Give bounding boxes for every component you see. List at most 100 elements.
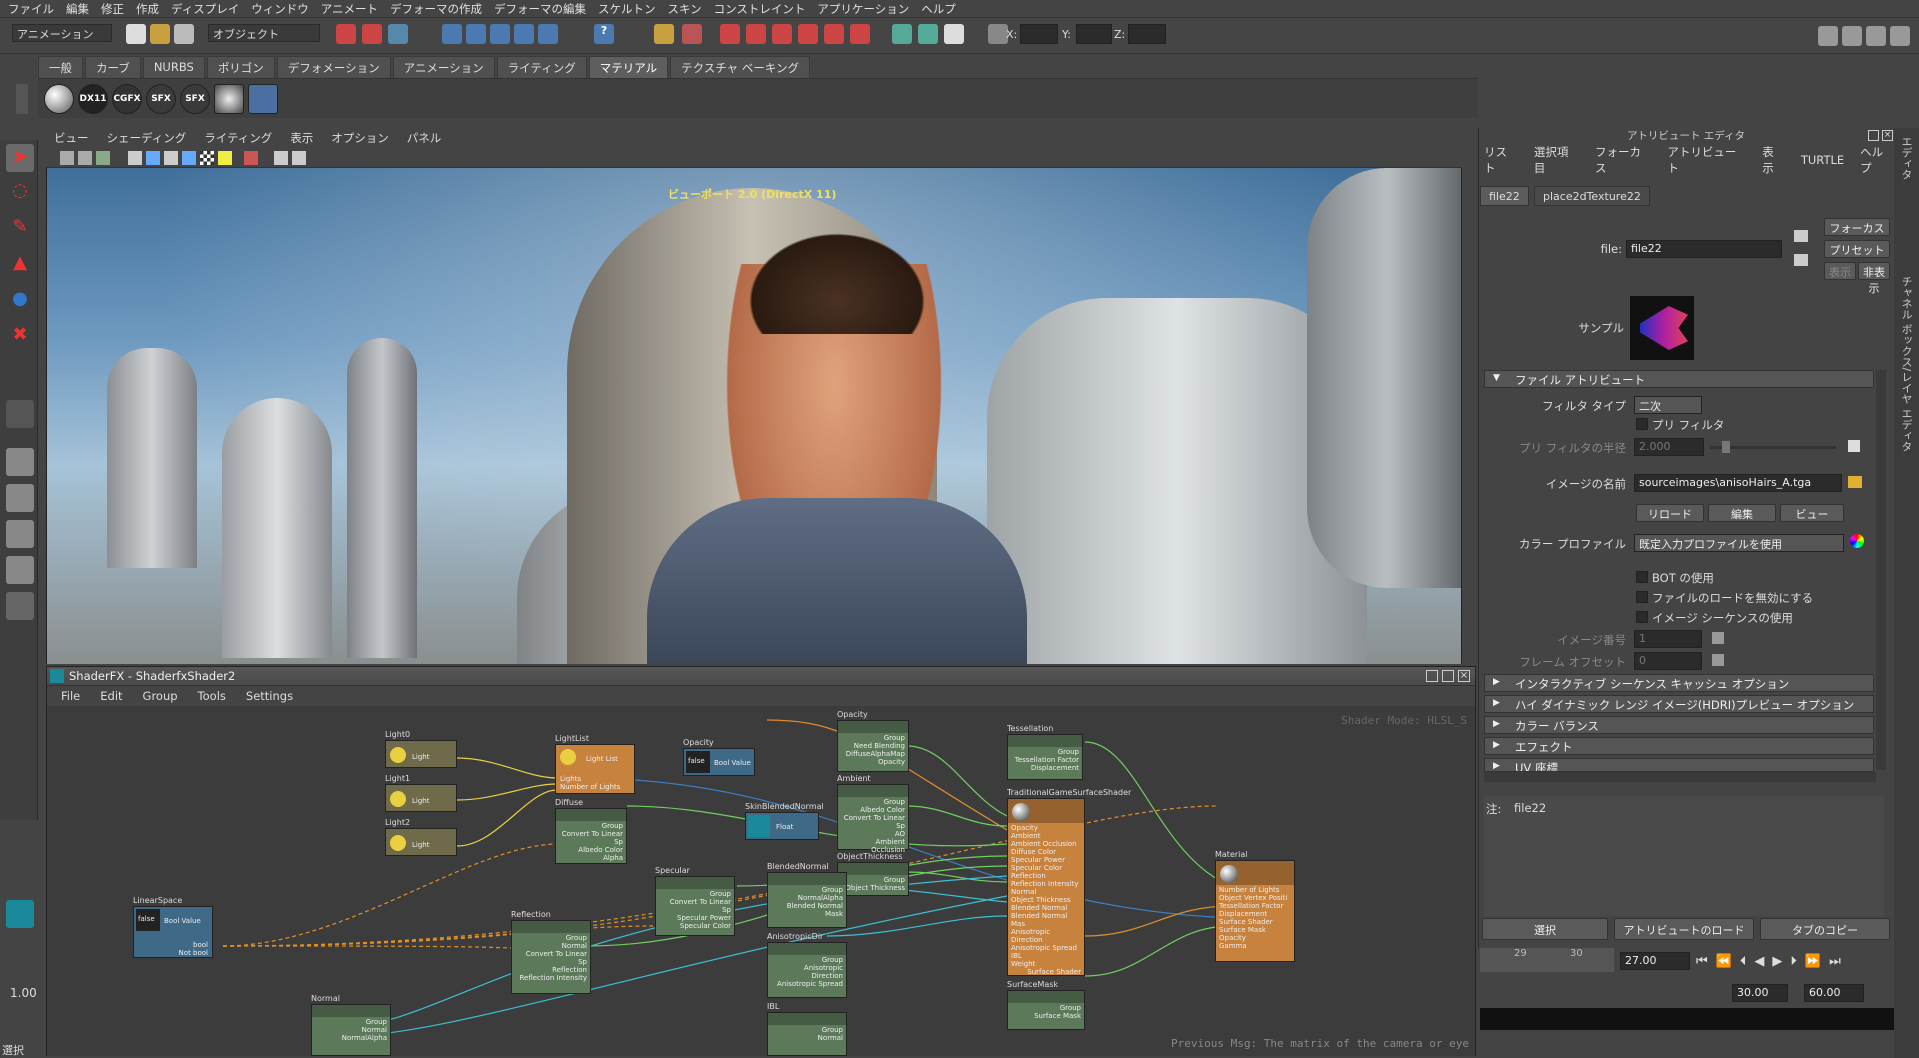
- frame-offset-field[interactable]: 0: [1634, 652, 1702, 670]
- vp-menu-lighting[interactable]: ライティング: [204, 130, 272, 146]
- use-lights-icon[interactable]: [218, 151, 232, 165]
- checker-icon[interactable]: [200, 151, 214, 165]
- save-scene-icon[interactable]: [174, 24, 194, 44]
- node-material[interactable]: Number of Lights Object Vertex Positi Tess…: [1215, 860, 1295, 962]
- play-backward-icon[interactable]: ◀: [1754, 954, 1764, 969]
- section-uv-coordinates[interactable]: ▶ UV 座標: [1484, 758, 1874, 772]
- node-specular[interactable]: Group Convert To Linear Sp Specular Power S…: [655, 876, 735, 936]
- channel-box-icon[interactable]: [1890, 26, 1910, 46]
- node-light1[interactable]: Light: [385, 784, 457, 812]
- camera-icon[interactable]: [60, 151, 74, 165]
- ae-menu-help[interactable]: ヘルプ: [1860, 144, 1894, 176]
- textured-icon[interactable]: [182, 151, 196, 165]
- prefilter-radius-field[interactable]: 2.000: [1634, 438, 1704, 456]
- layout-side-icon[interactable]: [6, 520, 34, 548]
- node-object-thickness[interactable]: Group Object Thickness: [837, 862, 909, 896]
- range-end-field[interactable]: 60.00: [1804, 984, 1864, 1002]
- vp-menu-options[interactable]: オプション: [331, 130, 389, 146]
- node-light2[interactable]: Light: [385, 828, 457, 856]
- render-sphere-icon[interactable]: [214, 84, 244, 114]
- step-forward-key-icon[interactable]: ⏩: [1805, 954, 1821, 969]
- section-color-balance[interactable]: ▶ カラー バランス: [1484, 716, 1874, 734]
- bot-checkbox[interactable]: [1636, 571, 1648, 583]
- menu-window[interactable]: ウィンドウ: [251, 1, 309, 17]
- attribute-editor-side-tab[interactable]: アトリビュート エディタ: [1898, 136, 1919, 226]
- select-object-icon[interactable]: [362, 24, 382, 44]
- menu-constrain[interactable]: コンストレイント: [714, 1, 806, 17]
- channel-box-side-tab[interactable]: チャネル ボックス/レイヤ エディタ: [1898, 276, 1914, 456]
- wireframe-icon[interactable]: [128, 151, 142, 165]
- xray-joints-icon[interactable]: [292, 151, 306, 165]
- shelf-tab-lighting[interactable]: ライティング: [496, 56, 587, 78]
- layout-single-icon[interactable]: [6, 448, 34, 476]
- node-normal[interactable]: Group Normal NormalAlpha: [311, 1004, 391, 1056]
- viewport-scene[interactable]: [47, 168, 1461, 664]
- menu-display[interactable]: ディスプレイ: [171, 1, 239, 17]
- sfx-menu-tools[interactable]: Tools: [198, 689, 226, 703]
- snap-point-icon[interactable]: [490, 24, 510, 44]
- use-image-sequence-checkbox[interactable]: [1636, 611, 1648, 623]
- step-back-frame-icon[interactable]: ⏴: [1740, 954, 1747, 969]
- command-line-field[interactable]: [1480, 1008, 1894, 1030]
- rotate-tool-icon[interactable]: ●: [6, 288, 34, 316]
- sfx-menu-group[interactable]: Group: [143, 689, 178, 703]
- float-panel-icon[interactable]: [1868, 130, 1879, 141]
- menu-set-dropdown[interactable]: アニメーション: [12, 24, 112, 42]
- select-hierarchy-icon[interactable]: [336, 24, 356, 44]
- move-tool-icon[interactable]: ▲: [6, 252, 34, 280]
- vp-menu-view[interactable]: ビュー: [54, 130, 89, 146]
- shelf-tab-animation[interactable]: アニメーション: [392, 56, 495, 78]
- node-opacity-group[interactable]: Group Need Blending DiffuseAlphaMap Opacity: [837, 720, 909, 772]
- shaderfx-icon[interactable]: [6, 900, 34, 928]
- show-button[interactable]: 表示: [1824, 262, 1856, 280]
- ae-menu-selected[interactable]: 選択項目: [1534, 144, 1579, 176]
- color-wheel-icon[interactable]: [1850, 534, 1864, 548]
- attribute-editor-toggle-icon[interactable]: [1842, 26, 1862, 46]
- snap-grid-icon[interactable]: [442, 24, 462, 44]
- node-light0[interactable]: Light: [385, 740, 457, 768]
- focus-button[interactable]: フォーカス: [1824, 218, 1890, 236]
- node-opacity-bool[interactable]: false Bool Value: [683, 748, 755, 776]
- image-number-map-icon[interactable]: [1712, 632, 1724, 644]
- snap-curve-icon[interactable]: [466, 24, 486, 44]
- node-reflection[interactable]: Group Normal Convert To Linear Sp Reflectio…: [511, 920, 591, 994]
- layout-four-icon[interactable]: [6, 484, 34, 512]
- map-button-icon[interactable]: [1848, 440, 1860, 452]
- menu-file[interactable]: ファイル: [8, 1, 54, 17]
- wireframe-on-shaded-icon[interactable]: [164, 151, 178, 165]
- folder-icon[interactable]: [1848, 476, 1862, 488]
- lasso-tool-icon[interactable]: ◌: [6, 180, 34, 208]
- shelf-tab-polygons[interactable]: ポリゴン: [206, 56, 275, 78]
- help-icon[interactable]: ?: [594, 24, 614, 44]
- isolate-select-icon[interactable]: [244, 151, 258, 165]
- vp-menu-panels[interactable]: パネル: [407, 130, 442, 146]
- input-ops-icon[interactable]: [682, 24, 702, 44]
- reload-button[interactable]: リロード: [1636, 504, 1704, 522]
- node-ambient[interactable]: Group Albedo Color Convert To Linear Sp AO A…: [837, 784, 909, 854]
- vp-menu-show[interactable]: 表示: [290, 130, 313, 146]
- ae-horizontal-scrollbar[interactable]: [1484, 772, 1876, 782]
- modeling-toolkit-icon[interactable]: [1818, 26, 1838, 46]
- file-name-field[interactable]: file22: [1626, 240, 1782, 258]
- edit-button[interactable]: 編集: [1708, 504, 1776, 522]
- menu-edit-deformers[interactable]: デフォーマの編集: [494, 1, 586, 17]
- menu-create-deformers[interactable]: デフォーマの作成: [390, 1, 482, 17]
- menu-skeleton[interactable]: スケルトン: [598, 1, 656, 17]
- copy-tab-button[interactable]: タブのコピー: [1760, 918, 1890, 940]
- x-field[interactable]: [1020, 24, 1058, 44]
- sfx-menu-file[interactable]: File: [61, 689, 80, 703]
- close-icon[interactable]: ×: [1458, 670, 1470, 682]
- transform-field-icon[interactable]: [988, 24, 1008, 44]
- menu-edit[interactable]: 編集: [66, 1, 89, 17]
- maximize-icon[interactable]: [1442, 670, 1454, 682]
- construction-history-icon[interactable]: [720, 24, 740, 44]
- shader-sphere-icon[interactable]: [44, 84, 74, 114]
- frame-offset-map-icon[interactable]: [1712, 654, 1724, 666]
- filter-type-dropdown[interactable]: 二次: [1634, 396, 1702, 414]
- show-sidebar-icon[interactable]: [892, 24, 912, 44]
- node-surface-mask[interactable]: Group Surface Mask: [1007, 990, 1085, 1030]
- last-tool-icon[interactable]: [6, 400, 34, 428]
- tool-settings-icon[interactable]: [1866, 26, 1886, 46]
- image-number-field[interactable]: 1: [1634, 630, 1702, 648]
- hypershade-icon[interactable]: [824, 24, 844, 44]
